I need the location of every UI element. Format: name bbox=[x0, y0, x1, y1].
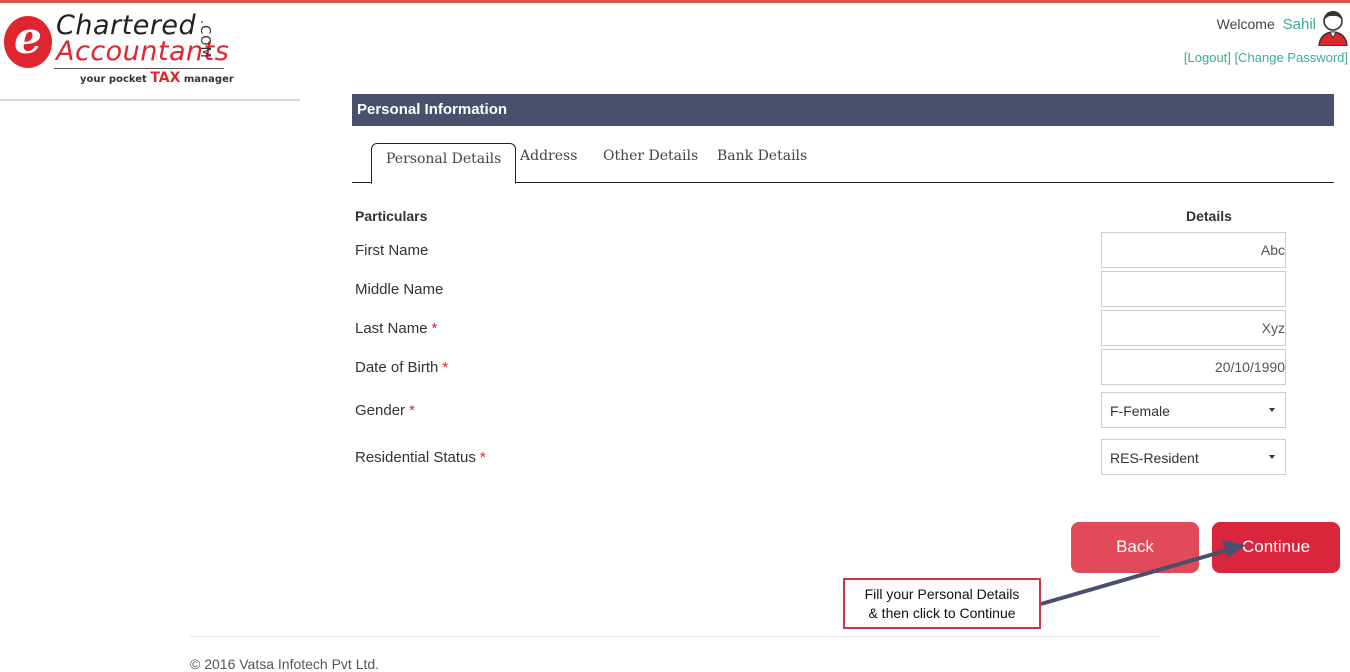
callout-line2: & then click to Continue bbox=[868, 605, 1016, 621]
instruction-callout: Fill your Personal Details & then click … bbox=[843, 578, 1041, 629]
footer-copyright: © 2016 Vatsa Infotech Pvt Ltd. bbox=[190, 656, 380, 672]
footer-divider bbox=[190, 636, 1160, 637]
callout-arrow bbox=[1040, 540, 1246, 606]
callout-line1: Fill your Personal Details bbox=[864, 586, 1020, 602]
